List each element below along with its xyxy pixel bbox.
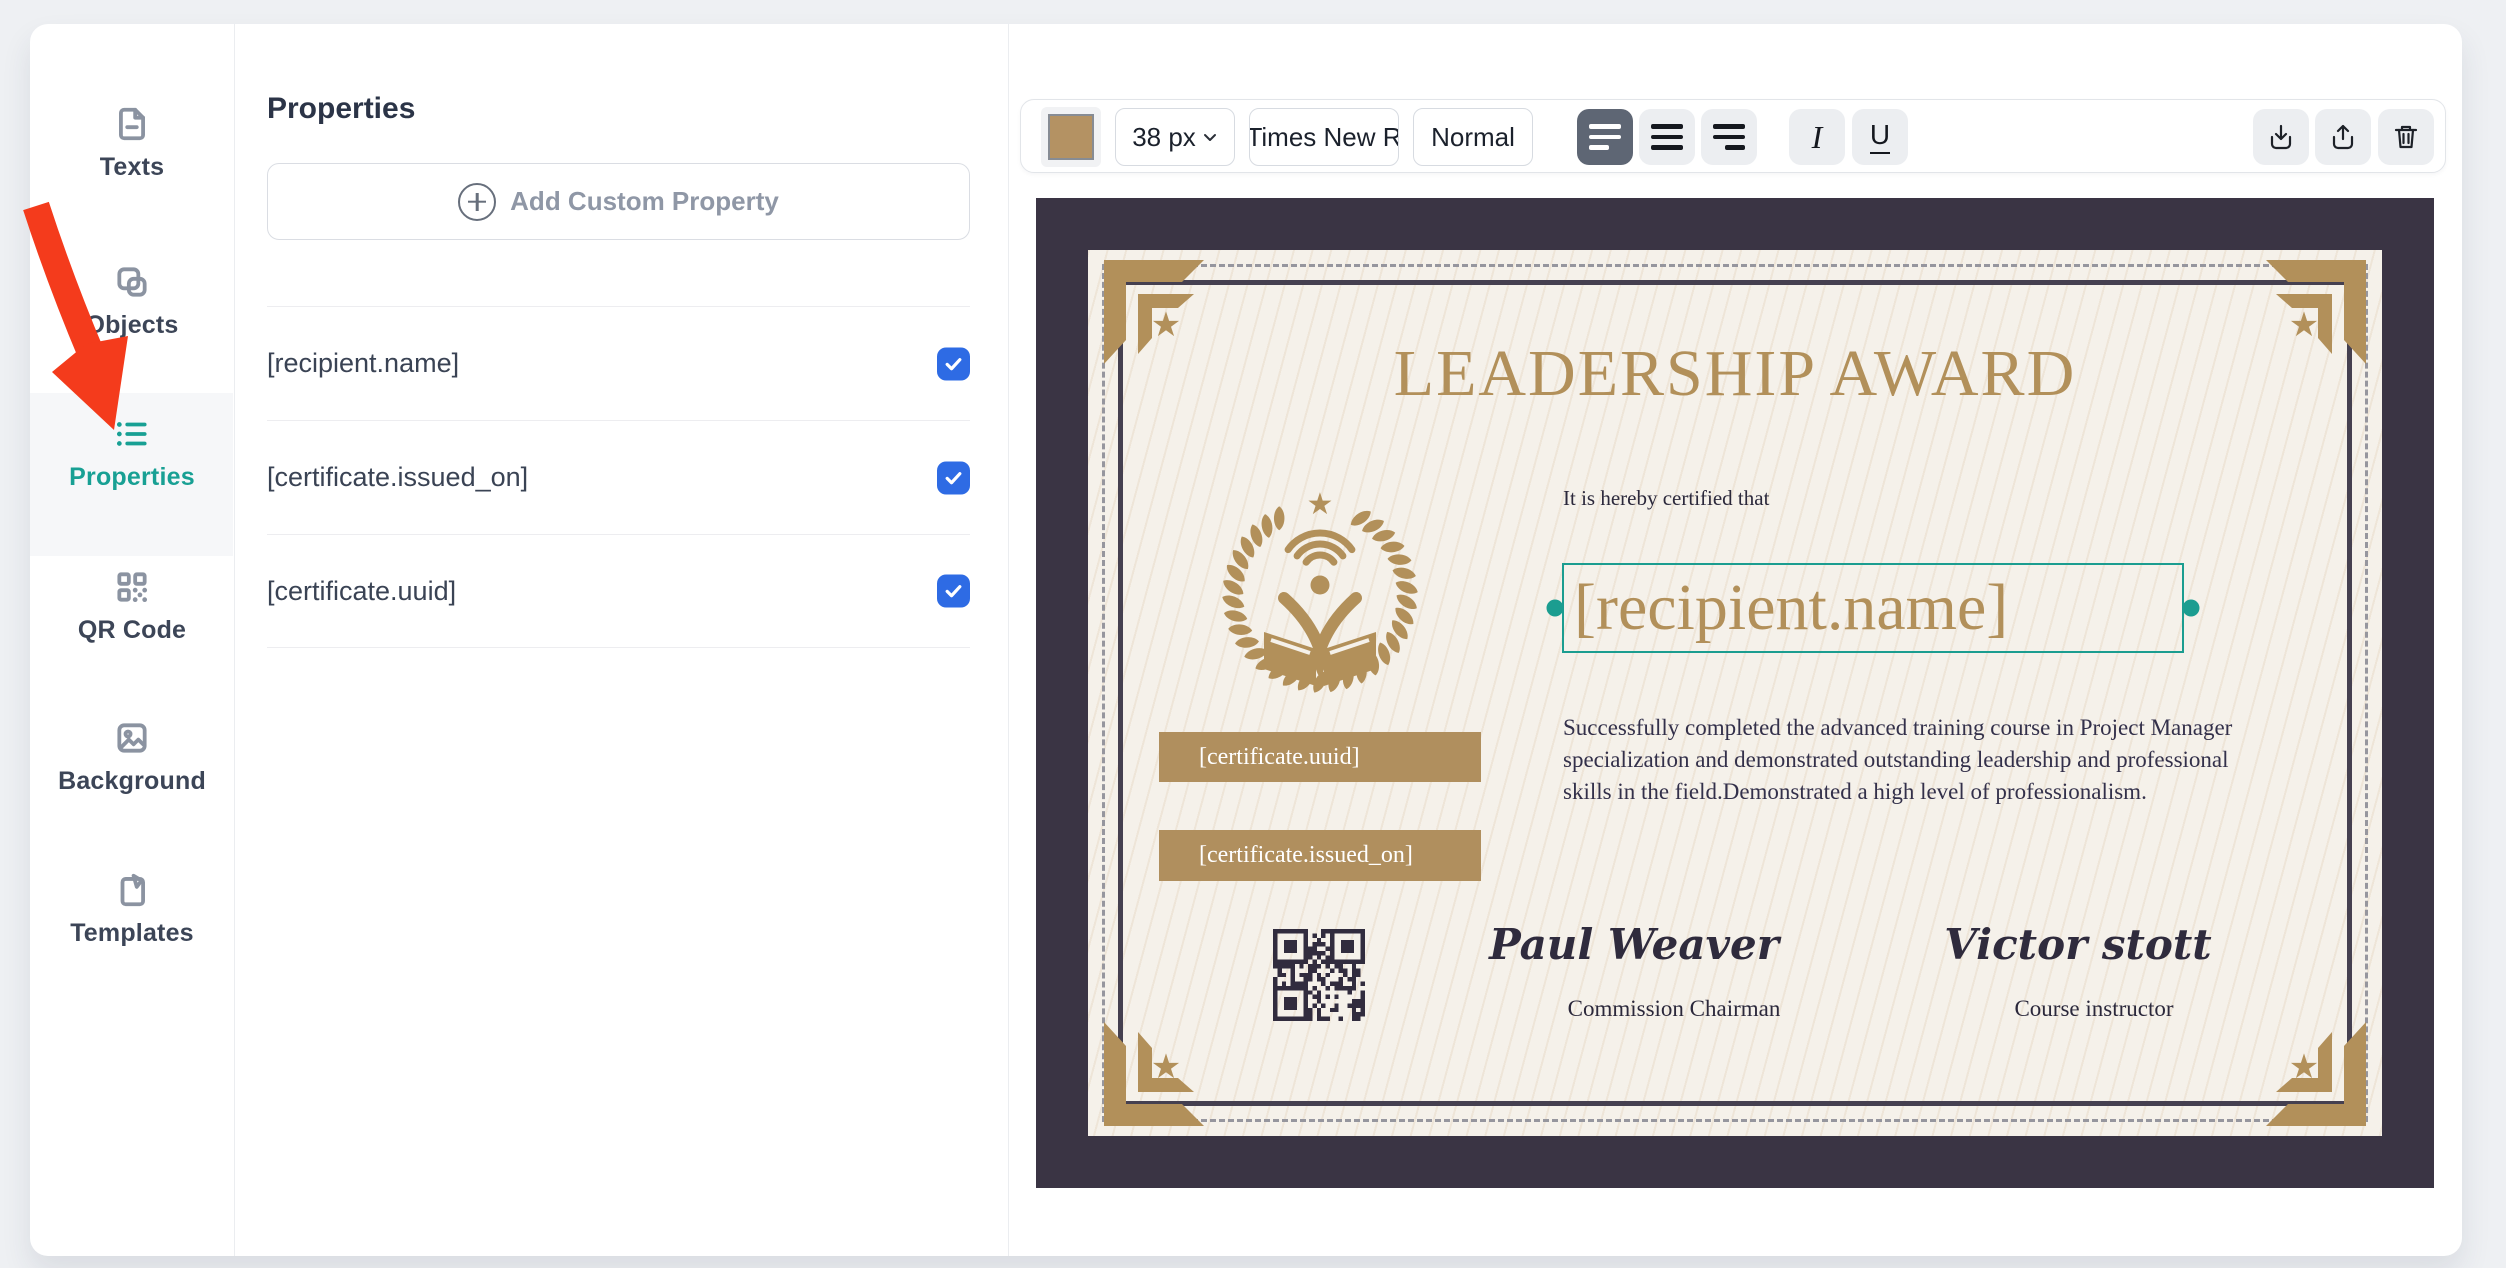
sidebar: Texts Objects Properties QR Code <box>30 24 235 1256</box>
italic-button[interactable]: I <box>1789 109 1845 165</box>
svg-text:★: ★ <box>1151 1047 1181 1087</box>
description-line: skills in the field.Demonstrated a high … <box>1563 776 2232 808</box>
property-rows: [recipient.name] [certificate.issued_on]… <box>267 306 970 648</box>
property-label: [certificate.uuid] <box>267 576 456 607</box>
description-line: specialization and demonstrated outstand… <box>1563 744 2232 776</box>
sidebar-item-objects[interactable]: Objects <box>30 245 234 357</box>
property-label: [certificate.issued_on] <box>267 462 528 493</box>
color-swatch-fill <box>1048 114 1094 160</box>
font-style-select[interactable]: Normal <box>1413 108 1533 166</box>
font-style-value: Normal <box>1431 122 1515 153</box>
image-icon <box>113 719 151 757</box>
property-label: [recipient.name] <box>267 348 459 379</box>
svg-text:★: ★ <box>2289 1047 2319 1087</box>
list-icon <box>113 415 151 453</box>
sidebar-item-label: Templates <box>70 919 194 948</box>
italic-icon: I <box>1812 119 1823 156</box>
signature-role: Commission Chairman <box>1514 996 1834 1022</box>
text-color-swatch[interactable] <box>1041 107 1101 167</box>
font-family-value: Times New R <box>1249 122 1399 153</box>
plus-circle-icon <box>458 183 496 221</box>
uuid-tag-object[interactable]: [certificate.uuid] <box>1159 732 1481 782</box>
align-right-icon <box>1713 124 1745 150</box>
sidebar-item-background[interactable]: Background <box>30 701 234 813</box>
corner-ornament: ★ <box>1104 1016 1219 1126</box>
property-checkbox[interactable] <box>937 347 970 380</box>
signature-role: Course instructor <box>1934 996 2254 1022</box>
export-icon <box>2327 121 2359 153</box>
properties-panel: Properties Add Custom Property [recipien… <box>235 24 1009 1256</box>
add-custom-property-label: Add Custom Property <box>510 186 779 217</box>
qr-code-graphic[interactable] <box>1272 929 1366 1021</box>
uuid-tag-text: [certificate.uuid] <box>1199 744 1360 771</box>
recipient-placeholder-text: [recipient.name] <box>1574 570 2008 646</box>
editor-card: Texts Objects Properties QR Code <box>30 24 2462 1256</box>
download-button[interactable] <box>2253 109 2309 165</box>
check-icon <box>944 468 963 487</box>
chevron-down-icon <box>1202 129 1218 145</box>
selection-handle-right[interactable] <box>2183 600 2200 617</box>
align-justify-icon <box>1651 124 1683 150</box>
issued-on-tag-text: [certificate.issued_on] <box>1199 842 1413 869</box>
certificate-subtitle: It is hereby certified that <box>1563 486 1769 511</box>
align-left-button[interactable] <box>1577 109 1633 165</box>
underline-icon: U <box>1870 121 1890 154</box>
check-icon <box>944 582 963 601</box>
certificate-title: LEADERSHIP AWARD <box>1036 336 2434 412</box>
align-justify-button[interactable] <box>1639 109 1695 165</box>
file-text-icon <box>113 105 151 143</box>
check-icon <box>944 354 963 373</box>
recipient-name-object[interactable]: [recipient.name] <box>1562 563 2184 653</box>
certificate-description: Successfully completed the advanced trai… <box>1563 712 2232 808</box>
panel-title: Properties <box>267 92 415 126</box>
signature-name: Victor stott <box>1918 920 2238 969</box>
property-row: [certificate.uuid] <box>267 534 970 648</box>
sidebar-item-properties[interactable]: Properties <box>30 397 234 509</box>
copy-icon <box>113 263 151 301</box>
font-family-select[interactable]: Times New R <box>1249 108 1399 166</box>
qr-code-icon <box>113 568 151 606</box>
selection-handle-left[interactable] <box>1547 600 1564 617</box>
templates-icon <box>113 871 151 909</box>
sidebar-item-label: Texts <box>100 153 164 182</box>
align-left-icon <box>1589 124 1621 150</box>
export-button[interactable] <box>2315 109 2371 165</box>
property-row: [certificate.issued_on] <box>267 420 970 534</box>
underline-button[interactable]: U <box>1852 109 1908 165</box>
sidebar-item-texts[interactable]: Texts <box>30 87 234 199</box>
description-line: Successfully completed the advanced trai… <box>1563 712 2232 744</box>
sidebar-item-label: Background <box>58 767 206 796</box>
font-size-select[interactable]: 38 px <box>1115 108 1235 166</box>
property-checkbox[interactable] <box>937 575 970 608</box>
trash-icon <box>2390 121 2422 153</box>
corner-ornament: ★ <box>2251 1016 2366 1126</box>
font-size-value: 38 px <box>1132 122 1196 153</box>
add-custom-property-button[interactable]: Add Custom Property <box>267 163 970 240</box>
issued-on-tag-object[interactable]: [certificate.issued_on] <box>1159 830 1481 881</box>
sidebar-item-templates[interactable]: Templates <box>30 853 234 965</box>
sidebar-item-label: Objects <box>85 311 178 340</box>
sidebar-item-label: QR Code <box>78 616 186 645</box>
align-right-button[interactable] <box>1701 109 1757 165</box>
delete-button[interactable] <box>2378 109 2434 165</box>
download-icon <box>2265 121 2297 153</box>
property-row: [recipient.name] <box>267 306 970 420</box>
sidebar-item-qr-code[interactable]: QR Code <box>30 550 234 662</box>
signature-name: Paul Weaver <box>1474 920 1794 969</box>
laurel-wreath-logo: ★ <box>1218 486 1422 695</box>
format-toolbar: 38 px Times New R Normal I U <box>1020 99 2446 173</box>
svg-text:★: ★ <box>1307 487 1334 522</box>
property-checkbox[interactable] <box>937 461 970 494</box>
sidebar-item-label: Properties <box>69 463 195 492</box>
certificate-canvas[interactable]: ★ ★ ★ ★ LEADERSHIP AWARD ★ <box>1036 198 2434 1188</box>
